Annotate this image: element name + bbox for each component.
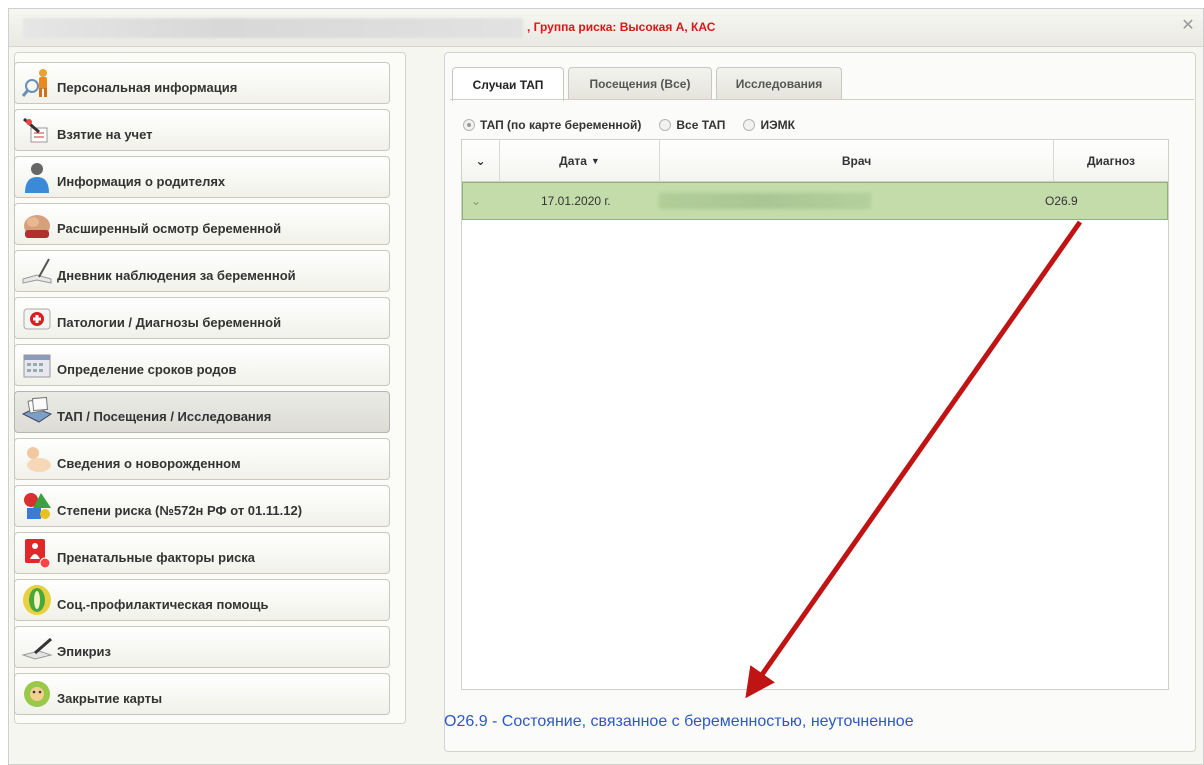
calendar-icon bbox=[19, 347, 55, 383]
card-file-icon bbox=[19, 394, 55, 430]
sidebar-item-label: Информация о родителях bbox=[57, 173, 226, 189]
tap-cases-grid: ⌄ Дата ▼ Врач Диагноз ⌄ 17.01.2020 г. O2… bbox=[461, 139, 1169, 690]
column-diagnosis[interactable]: Диагноз bbox=[1054, 140, 1168, 182]
sidebar-item-label: Патологии / Диагнозы беременной bbox=[57, 314, 282, 330]
sidebar-item-newborn[interactable]: Сведения о новорожденном bbox=[14, 438, 390, 480]
dialog-titlebar: , Группа риска: Высокая А, КАС ✕ bbox=[9, 9, 1203, 47]
sidebar-item-label: Эпикриз bbox=[57, 643, 111, 659]
risk-shapes-icon bbox=[19, 488, 55, 524]
close-icon[interactable]: ✕ bbox=[1179, 17, 1197, 35]
tab-research[interactable]: Исследования bbox=[716, 67, 842, 100]
sidebar-item-label: Закрытие карты bbox=[57, 690, 163, 706]
sidebar-item-label: Степени риска (№572н РФ от 01.11.12) bbox=[57, 502, 303, 518]
radio-label: ТАП (по карте беременной) bbox=[480, 118, 642, 132]
column-doctor[interactable]: Врач bbox=[660, 140, 1054, 182]
sidebar-item-epicrisis[interactable]: Эпикриз bbox=[14, 626, 390, 668]
column-date[interactable]: Дата ▼ bbox=[500, 140, 660, 182]
expand-all-column[interactable]: ⌄ bbox=[462, 140, 500, 182]
sidebar-item-parents[interactable]: Информация о родителях bbox=[14, 156, 390, 198]
sidebar bbox=[14, 52, 406, 724]
sidebar-item-label: Персональная информация bbox=[57, 79, 238, 95]
radio-unchecked-icon bbox=[659, 119, 672, 131]
tap-filter-group: ТАП (по карте беременной) Все ТАП ИЭМК bbox=[463, 118, 813, 132]
sidebar-item-label: Дневник наблюдения за беременной bbox=[57, 267, 296, 283]
sidebar-item-extended-exam[interactable]: Расширенный осмотр беременной bbox=[14, 203, 390, 245]
column-date-label: Дата bbox=[559, 154, 587, 168]
sidebar-item-label: Соц.-профилактическая помощь bbox=[57, 596, 269, 612]
sidebar-item-label: Расширенный осмотр беременной bbox=[57, 220, 282, 236]
radio-iemk[interactable]: ИЭМК bbox=[743, 118, 795, 132]
sidebar-item-label: ТАП / Посещения / Исследования bbox=[57, 408, 272, 424]
newborn-icon bbox=[19, 441, 55, 477]
radio-label: Все ТАП bbox=[676, 118, 726, 132]
radio-tap-by-card[interactable]: ТАП (по карте беременной) bbox=[463, 118, 641, 132]
person-magnifier-icon bbox=[19, 65, 55, 101]
close-card-icon bbox=[19, 676, 55, 712]
sidebar-item-registration[interactable]: Взятие на учет bbox=[14, 109, 390, 151]
epicrisis-pen-icon bbox=[19, 629, 55, 665]
social-help-icon bbox=[19, 582, 55, 618]
radio-checked-icon bbox=[463, 119, 475, 131]
radio-all-tap[interactable]: Все ТАП bbox=[659, 118, 725, 132]
sidebar-item-label: Пренатальные факторы риска bbox=[57, 549, 256, 565]
prenatal-risk-icon bbox=[19, 535, 55, 571]
sort-desc-icon: ▼ bbox=[590, 156, 600, 166]
cell-diagnosis: O26.9 bbox=[1045, 194, 1078, 208]
pregnant-belly-icon bbox=[19, 206, 55, 242]
sidebar-item-diary[interactable]: Дневник наблюдения за беременной bbox=[14, 250, 390, 292]
grid-header: ⌄ Дата ▼ Врач Диагноз bbox=[462, 140, 1168, 182]
sidebar-item-label: Взятие на учет bbox=[57, 126, 153, 142]
redacted-patient-name bbox=[23, 18, 523, 38]
radio-unchecked-icon bbox=[743, 119, 756, 131]
chevron-down-icon[interactable]: ⌄ bbox=[471, 183, 491, 219]
cell-date: 17.01.2020 г. bbox=[541, 194, 611, 208]
sidebar-item-risk-degree[interactable]: Степени риска (№572н РФ от 01.11.12) bbox=[14, 485, 390, 527]
tab-divider bbox=[450, 99, 1194, 100]
tab-visits-all[interactable]: Посещения (Все) bbox=[568, 67, 712, 100]
radio-label: ИЭМК bbox=[760, 118, 795, 132]
sidebar-item-social-help[interactable]: Соц.-профилактическая помощь bbox=[14, 579, 390, 621]
pen-document-icon bbox=[19, 112, 55, 148]
sidebar-item-due-date[interactable]: Определение сроков родов bbox=[14, 344, 390, 386]
risk-group-text: , Группа риска: Высокая А, КАС bbox=[527, 20, 716, 34]
sidebar-item-close-card[interactable]: Закрытие карты bbox=[14, 673, 390, 715]
sidebar-item-tap-visits[interactable]: ТАП / Посещения / Исследования bbox=[14, 391, 390, 433]
sidebar-item-prenatal-risk[interactable]: Пренатальные факторы риска bbox=[14, 532, 390, 574]
chevron-down-icon: ⌄ bbox=[475, 154, 486, 168]
sidebar-item-personal-info[interactable]: Персональная информация bbox=[14, 62, 390, 104]
notebook-pen-icon bbox=[19, 253, 55, 289]
tab-bar: Случаи ТАП Посещения (Все) Исследования bbox=[444, 60, 1194, 101]
redacted-doctor-name bbox=[659, 193, 871, 209]
sidebar-item-pathologies[interactable]: Патологии / Диагнозы беременной bbox=[14, 297, 390, 339]
tab-tap-cases[interactable]: Случаи ТАП bbox=[452, 67, 564, 101]
sidebar-item-label: Сведения о новорожденном bbox=[57, 455, 241, 471]
sidebar-item-label: Определение сроков родов bbox=[57, 361, 237, 377]
table-row[interactable]: ⌄ 17.01.2020 г. O26.9 bbox=[462, 182, 1168, 220]
diagnosis-description: O26.9 - Состояние, связанное с беременно… bbox=[444, 713, 914, 730]
parents-icon bbox=[19, 159, 55, 195]
medical-kit-icon bbox=[19, 300, 55, 336]
